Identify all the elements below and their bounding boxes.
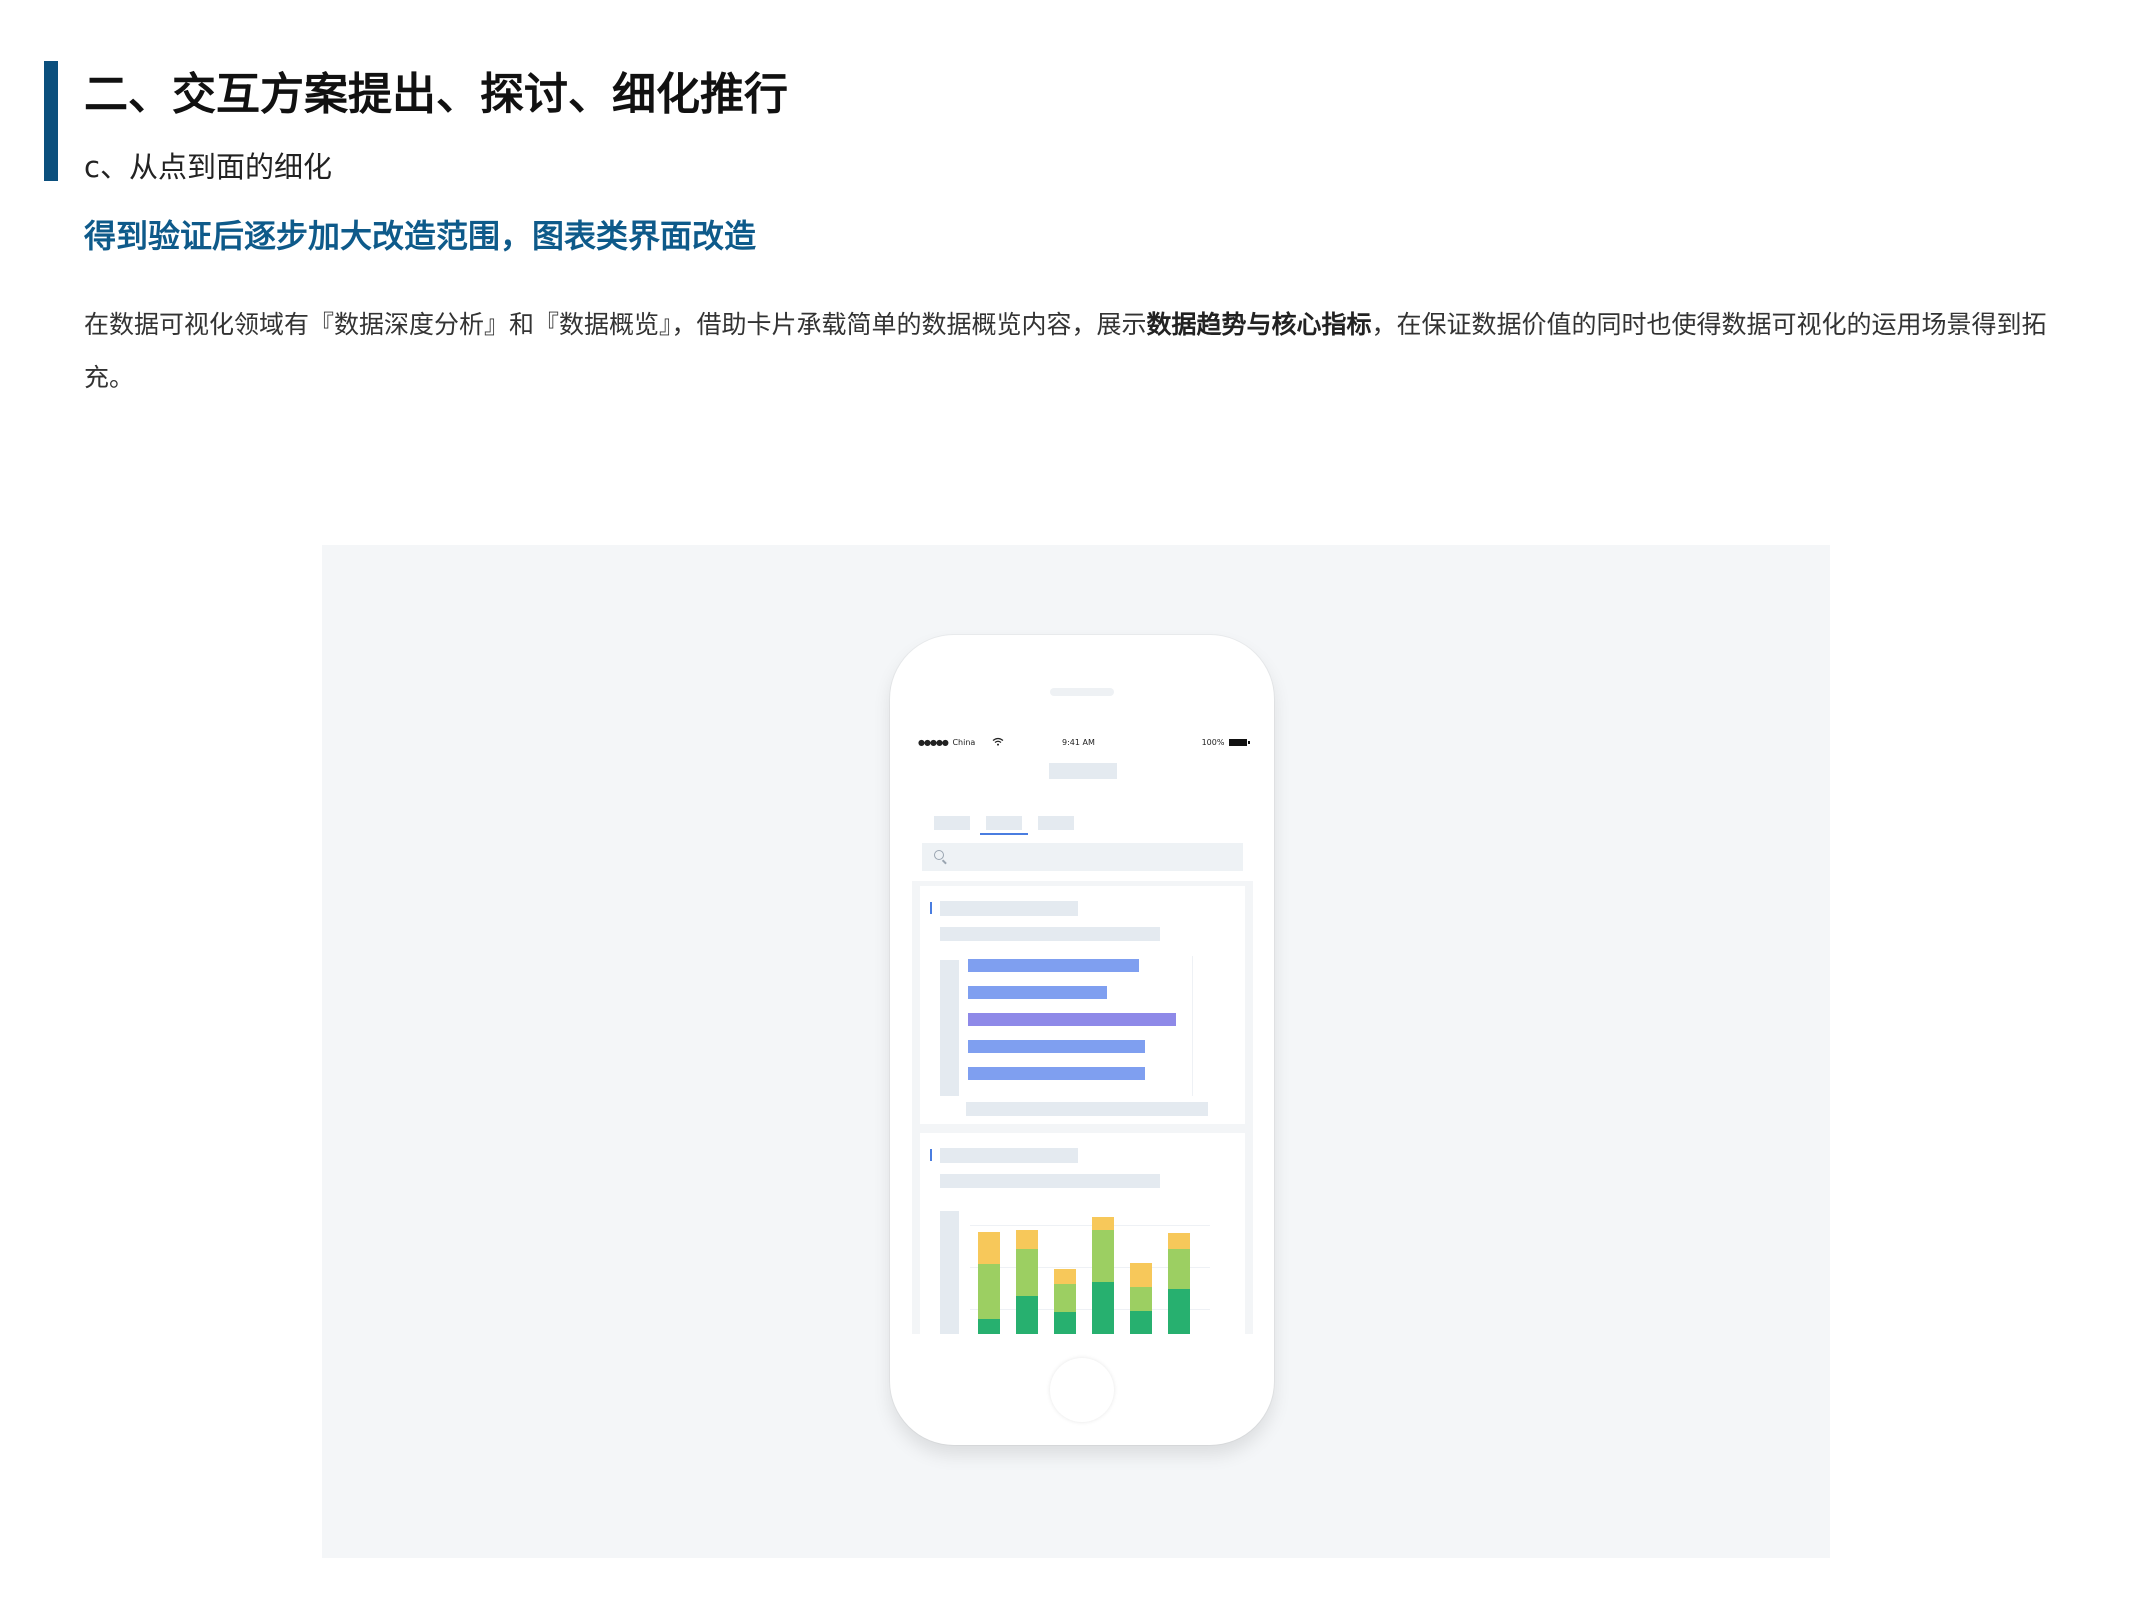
bar-4: [968, 1040, 1145, 1053]
chart-gridline: [1192, 956, 1193, 1096]
tab-1-placeholder[interactable]: [934, 816, 970, 830]
chart-gridline: [970, 1225, 1210, 1226]
nav-title-placeholder: [1049, 763, 1117, 779]
stack-segment: [1130, 1310, 1152, 1334]
stack-segment: [1168, 1233, 1190, 1249]
stack-segment: [978, 1264, 1000, 1319]
phone-frame: ●●●●● China 9:41 AM 100%: [890, 635, 1274, 1445]
search-icon: [934, 850, 944, 860]
card-accent-mark: [930, 1149, 932, 1161]
stack-segment: [1016, 1229, 1038, 1249]
stack-segment: [978, 1318, 1000, 1334]
tab-3-placeholder[interactable]: [1038, 816, 1074, 830]
card-title-placeholder: [940, 901, 1078, 916]
description-paragraph: 在数据可视化领域有『数据深度分析』和『数据概览』，借助卡片承载简单的数据概览内容…: [84, 298, 2074, 404]
stacked-chart-card: [920, 1133, 1245, 1334]
stacked-bar-4: [1092, 1217, 1114, 1334]
stack-segment: [1054, 1268, 1076, 1285]
stack-segment: [1092, 1217, 1114, 1231]
stack-segment: [1016, 1248, 1038, 1297]
battery-icon: [1229, 739, 1250, 746]
section-subtitle: c、从点到面的细化: [84, 150, 332, 184]
signal-dots-icon: ●●●●●: [918, 738, 949, 747]
stack-segment: [1130, 1286, 1152, 1311]
x-axis-labels-placeholder: [966, 1102, 1208, 1116]
stack-segment: [1168, 1248, 1190, 1289]
stacked-bar-1: [978, 1232, 1000, 1334]
status-bar: ●●●●● China 9:41 AM 100%: [912, 733, 1253, 753]
stacked-bar-2: [1016, 1229, 1038, 1334]
search-area: [912, 843, 1253, 881]
stack-segment: [1092, 1281, 1114, 1334]
bar-1: [968, 959, 1139, 972]
nav-bar: [912, 753, 1253, 811]
card-subtitle-placeholder: [940, 927, 1160, 941]
stack-segment: [1092, 1230, 1114, 1282]
carrier-label: China: [952, 738, 976, 747]
highlight-heading: 得到验证后逐步加大改造范围，图表类界面改造: [84, 217, 757, 255]
section-accent-bar: [44, 61, 58, 181]
wifi-icon: [992, 737, 1004, 746]
tab-2-placeholder[interactable]: [986, 816, 1022, 830]
phone-mockup-figure: ●●●●● China 9:41 AM 100%: [322, 545, 1830, 1558]
stacked-bar-6: [1168, 1233, 1190, 1334]
phone-screen: ●●●●● China 9:41 AM 100%: [912, 733, 1253, 1334]
horizontal-bar-chart: [968, 956, 1200, 1096]
stack-segment: [1054, 1284, 1076, 1312]
stacked-bar-5: [1130, 1250, 1152, 1334]
active-tab-underline: [980, 833, 1028, 835]
bar-chart-card: [920, 886, 1245, 1124]
stack-segment: [1168, 1288, 1190, 1334]
tab-bar: [912, 811, 1253, 843]
paragraph-text-before: 在数据可视化领域有『数据深度分析』和『数据概览』，借助卡片承载简单的数据概览内容…: [84, 310, 1147, 339]
battery-percent: 100%: [1201, 738, 1225, 747]
y-axis-labels-placeholder: [940, 1211, 959, 1334]
stack-segment: [978, 1232, 1000, 1265]
search-input[interactable]: [922, 843, 1243, 871]
stack-segment: [1016, 1296, 1038, 1334]
y-axis-labels-placeholder: [940, 960, 959, 1096]
card-accent-mark: [930, 902, 932, 914]
card-title-placeholder: [940, 1148, 1078, 1163]
bar-3: [968, 1013, 1176, 1026]
stack-segment: [1130, 1263, 1152, 1287]
stacked-bar-chart: [970, 1211, 1210, 1334]
home-button[interactable]: [1050, 1358, 1114, 1422]
phone-speaker: [1050, 688, 1114, 696]
section-title: 二、交互方案提出、探讨、细化推行: [84, 69, 788, 120]
paragraph-bold-text: 数据趋势与核心指标: [1146, 310, 1372, 339]
bar-5: [968, 1067, 1145, 1080]
stack-segment: [1054, 1311, 1076, 1334]
status-time: 9:41 AM: [1062, 738, 1095, 747]
stacked-bar-3: [1054, 1253, 1076, 1334]
bar-2: [968, 986, 1107, 999]
card-subtitle-placeholder: [940, 1174, 1160, 1188]
